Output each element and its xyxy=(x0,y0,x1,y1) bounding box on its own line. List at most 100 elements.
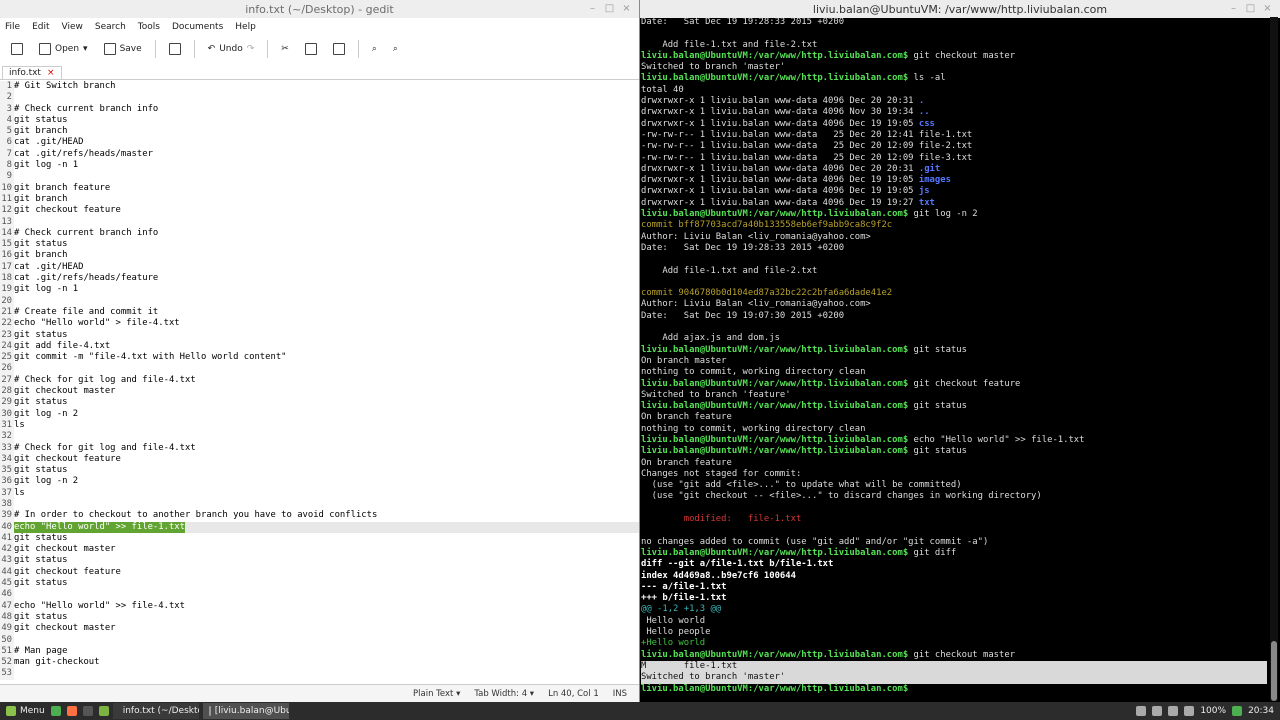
editor-line[interactable]: 21 # Create file and commit it xyxy=(0,306,639,319)
menu-help[interactable]: Help xyxy=(235,22,256,32)
editor-line[interactable]: 33 # Check for git log and file-4.txt xyxy=(0,442,639,454)
editor-line[interactable]: 50 xyxy=(0,634,639,646)
terminal-scrollbar[interactable] xyxy=(1270,17,1278,701)
menu-documents[interactable]: Documents xyxy=(172,22,223,32)
task-gedit[interactable]: info.txt (~/Desktop) ... xyxy=(112,703,199,719)
terminal-line: drwxrwxr-x 1 liviu.balan www-data 4096 D… xyxy=(641,186,1267,197)
editor-line[interactable]: 1 # Git Switch branch xyxy=(0,81,639,93)
menu-search[interactable]: Search xyxy=(95,22,126,32)
redo-icon[interactable]: ↷ xyxy=(247,44,255,54)
editor-line[interactable]: 42 git checkout master xyxy=(0,544,639,556)
files-icon[interactable] xyxy=(98,706,109,716)
editor-line[interactable]: 6 cat .git/HEAD xyxy=(0,137,639,149)
menu-view[interactable]: View xyxy=(62,22,83,32)
terminal-icon[interactable] xyxy=(82,706,93,716)
editor-line[interactable]: 40 echo "Hello world" >> file-1.txt xyxy=(0,521,639,533)
editor-line[interactable]: 4 git status xyxy=(0,114,639,127)
terminal-line: Add file-1.txt and file-2.txt xyxy=(641,266,1267,277)
editor-line[interactable]: 22 echo "Hello world" > file-4.txt xyxy=(0,318,639,330)
editor-line[interactable]: 31 ls xyxy=(0,419,639,432)
maximize-icon[interactable]: □ xyxy=(603,2,616,15)
editor-line[interactable]: 53 xyxy=(0,668,639,680)
line-number: 44 xyxy=(0,566,14,579)
tab-width-selector[interactable]: Tab Width: 4 ▾ xyxy=(474,689,534,699)
editor-line[interactable]: 7 cat .git/refs/heads/master xyxy=(0,148,639,161)
save-button[interactable]: Save xyxy=(98,40,148,58)
clipboard-icon[interactable] xyxy=(1136,706,1147,716)
battery-icon[interactable] xyxy=(1184,706,1195,716)
editor-line[interactable]: 28 git checkout master xyxy=(0,386,639,398)
editor-line[interactable]: 16 git branch xyxy=(0,250,639,262)
minimize-icon[interactable]: – xyxy=(586,2,599,15)
find-button[interactable]: ⌕ xyxy=(366,41,383,57)
editor-line[interactable]: 17 cat .git/HEAD xyxy=(0,261,639,274)
terminal-output[interactable]: Date: Sat Dec 19 19:28:33 2015 +0200 Add… xyxy=(641,17,1267,701)
menu-button[interactable]: Menu xyxy=(0,702,51,720)
task-terminal[interactable]: [liviu.balan@Ubuntu... xyxy=(202,703,289,719)
editor-line[interactable]: 45 git status xyxy=(0,578,639,590)
editor-line[interactable]: 44 git checkout feature xyxy=(0,566,639,579)
menu-tools[interactable]: Tools xyxy=(138,22,160,32)
editor-line[interactable]: 34 git checkout feature xyxy=(0,453,639,466)
editor-line[interactable]: 14 # Check current branch info xyxy=(0,227,639,240)
editor-line[interactable]: 46 xyxy=(0,589,639,601)
editor-line[interactable]: 35 git status xyxy=(0,465,639,477)
undo-button[interactable]: ↶ Undo ↷ xyxy=(202,41,261,57)
cut-button[interactable]: ✂ xyxy=(275,41,295,57)
editor-line[interactable]: 52 man git-checkout xyxy=(0,657,639,669)
editor-line[interactable]: 47 echo "Hello world" >> file-4.txt xyxy=(0,600,639,612)
paste-button[interactable] xyxy=(327,40,351,58)
editor-line[interactable]: 30 git log -n 2 xyxy=(0,408,639,420)
editor-line[interactable]: 26 xyxy=(0,363,639,375)
editor-line[interactable]: 10 git branch feature xyxy=(0,182,639,194)
minimize-icon[interactable]: – xyxy=(1227,2,1240,15)
show-desktop-icon[interactable] xyxy=(50,706,61,716)
volume-icon[interactable] xyxy=(1168,706,1179,716)
editor-line[interactable]: 5 git branch xyxy=(0,126,639,138)
editor-line[interactable]: 8 git log -n 1 xyxy=(0,160,639,172)
editor-line[interactable]: 37 ls xyxy=(0,487,639,499)
editor-line[interactable]: 49 git checkout master xyxy=(0,623,639,635)
editor-line[interactable]: 32 xyxy=(0,431,639,443)
editor-line[interactable]: 3 # Check current branch info xyxy=(0,103,639,115)
editor-line[interactable]: 27 # Check for git log and file-4.txt xyxy=(0,374,639,387)
language-selector[interactable]: Plain Text ▾ xyxy=(413,689,460,699)
maximize-icon[interactable]: □ xyxy=(1244,2,1257,15)
close-icon[interactable]: × xyxy=(620,2,633,15)
network-icon[interactable] xyxy=(1152,706,1163,716)
editor-line[interactable]: 41 git status xyxy=(0,532,639,545)
text-editor[interactable]: 1 # Git Switch branch 2 3 # Check current br… xyxy=(0,81,639,682)
menu-file[interactable]: File xyxy=(5,22,20,32)
copy-button[interactable] xyxy=(299,40,323,58)
new-button[interactable] xyxy=(5,40,29,58)
editor-line[interactable]: 38 xyxy=(0,498,639,511)
open-button[interactable]: Open ▾ xyxy=(33,40,94,58)
firefox-icon[interactable] xyxy=(66,706,77,716)
editor-line[interactable]: 48 git status xyxy=(0,611,639,624)
editor-line[interactable]: 9 xyxy=(0,171,639,183)
editor-line[interactable]: 2 xyxy=(0,92,639,104)
editor-line[interactable]: 15 git status xyxy=(0,239,639,251)
editor-line[interactable]: 29 git status xyxy=(0,397,639,409)
close-icon[interactable]: × xyxy=(47,68,55,78)
close-icon[interactable]: × xyxy=(1261,2,1274,15)
editor-line[interactable]: 18 cat .git/refs/heads/feature xyxy=(0,273,639,285)
replace-button[interactable]: ⌕ xyxy=(387,41,404,57)
editor-line[interactable]: 43 git status xyxy=(0,555,639,567)
editor-line[interactable]: 36 git log -n 2 xyxy=(0,476,639,488)
editor-line[interactable]: 20 xyxy=(0,295,639,307)
clock[interactable]: 20:34 xyxy=(1248,706,1274,716)
tab-info-txt[interactable]: info.txt × xyxy=(2,66,62,79)
print-button[interactable] xyxy=(163,40,187,58)
editor-line[interactable]: 24 git add file-4.txt xyxy=(0,340,639,353)
editor-line[interactable]: 23 git status xyxy=(0,329,639,341)
editor-line[interactable]: 13 xyxy=(0,216,639,228)
editor-line[interactable]: 25 git commit -m "file-4.txt with Hello w… xyxy=(0,352,639,364)
editor-line[interactable]: 12 git checkout feature xyxy=(0,205,639,217)
editor-line[interactable]: 19 git log -n 1 xyxy=(0,284,639,296)
editor-line[interactable]: 51 # Man page xyxy=(0,645,639,658)
editor-line[interactable]: 39 # In order to checkout to another bran… xyxy=(0,510,639,522)
editor-line[interactable]: 11 git branch xyxy=(0,193,639,206)
shield-icon[interactable] xyxy=(1232,706,1243,716)
menu-edit[interactable]: Edit xyxy=(32,22,49,32)
